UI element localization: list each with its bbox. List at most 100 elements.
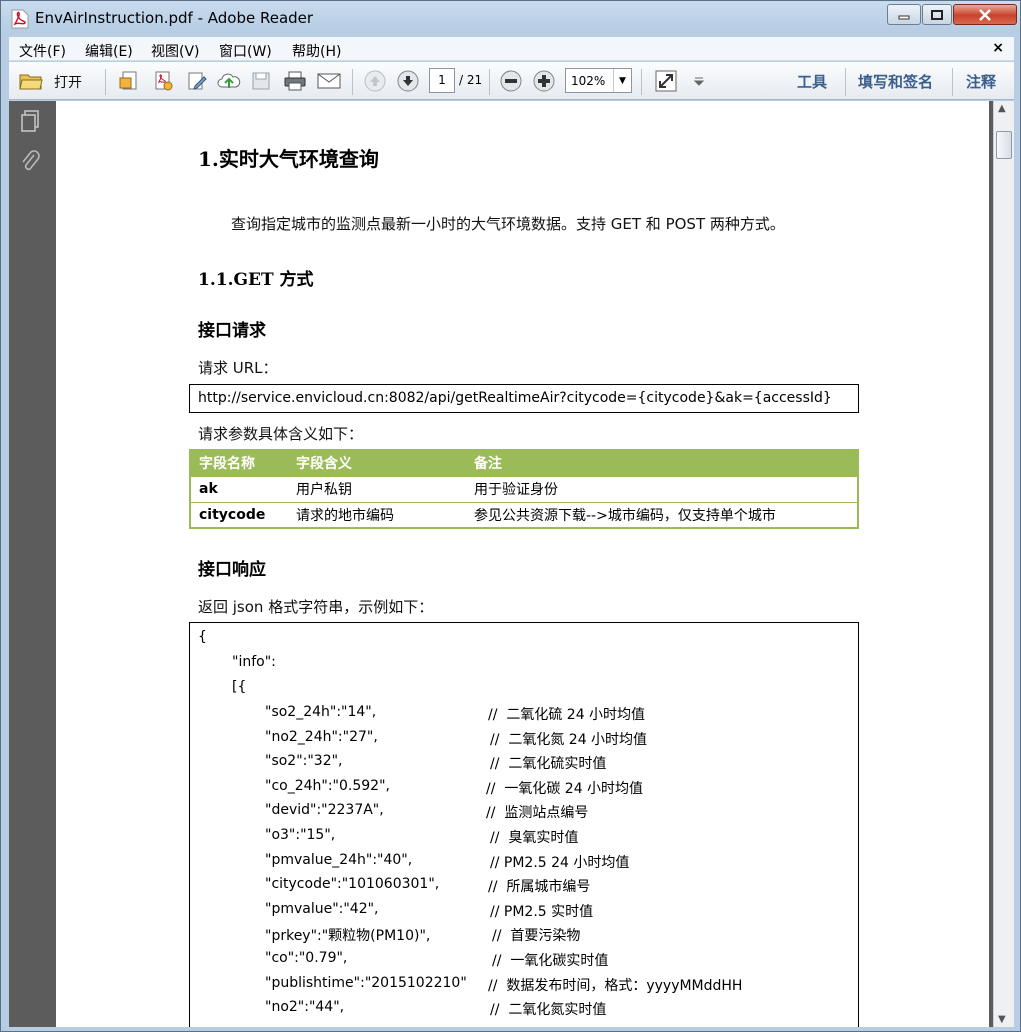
printer-icon	[284, 71, 306, 91]
comment-button[interactable]: 注释	[966, 71, 996, 92]
table-header: 字段含义	[288, 450, 466, 476]
arrow-down-icon	[397, 70, 419, 92]
close-document-button[interactable]: ×	[992, 40, 1004, 56]
edit-pencil-icon	[188, 72, 207, 90]
json-field: "co":"0.79",	[265, 950, 348, 966]
save-button[interactable]	[249, 69, 273, 93]
page-number-input[interactable]: 1	[429, 68, 455, 93]
json-field: "pmvalue":"42",	[265, 900, 379, 917]
json-field: "no2":"44",	[265, 999, 345, 1016]
next-page-button[interactable]	[396, 69, 420, 93]
zoom-select[interactable]: 102% ▼	[565, 68, 632, 93]
section-title: 1.实时大气环境查询	[198, 147, 379, 171]
edit-pdf-button[interactable]	[185, 69, 209, 93]
scroll-down-icon[interactable]: ▼	[998, 1014, 1006, 1025]
maximize-icon	[931, 9, 943, 20]
create-pdf-button[interactable]	[117, 69, 141, 93]
print-button[interactable]	[283, 69, 307, 93]
json-field: "devid":"2237A",	[265, 802, 384, 819]
json-comment: // 所属城市编号	[488, 879, 591, 896]
json-field: "co_24h":"0.592",	[265, 777, 390, 794]
table-header-row: 字段名称 字段含义 备注	[190, 450, 858, 476]
table-row: ak 用户私钥 用于验证身份	[190, 475, 858, 502]
table-header: 字段名称	[190, 450, 288, 476]
toolbar-divider	[641, 69, 642, 95]
response-label: 返回 json 格式字符串，示例如下：	[198, 598, 434, 616]
scroll-up-icon[interactable]: ▲	[998, 103, 1006, 114]
json-comment: // 数据发布时间，格式：yyyyMMddHH	[488, 977, 743, 994]
document-area: 1.实时大气环境查询 查询指定城市的监测点最新一小时的大气环境数据。支持 GET…	[53, 101, 993, 1027]
menu-bar: 文件(F) 编辑(E) 视图(V) 窗口(W) 帮助(H) ×	[9, 37, 1014, 61]
json-comment: // 二氧化硫 24 小时均值	[488, 707, 646, 723]
upload-button[interactable]	[217, 69, 241, 93]
json-field: "prkey":"颗粒物(PM10)",	[265, 928, 431, 945]
arrow-up-icon	[364, 70, 386, 92]
table-cell: 参见公共资源下载-->城市编码，仅支持单个城市	[466, 501, 858, 528]
attachment-paperclip-icon[interactable]	[19, 149, 41, 175]
toolbar-options-button[interactable]	[687, 69, 711, 93]
table-row: citycode 请求的地市编码 参见公共资源下载-->城市编码，仅支持单个城市	[190, 501, 858, 528]
menu-window[interactable]: 窗口(W)	[219, 41, 272, 61]
menu-help[interactable]: 帮助(H)	[292, 41, 341, 61]
chevron-down-icon[interactable]: ▼	[613, 69, 631, 92]
toolbar: 打开 1 / 21 102% ▼ 工具 填写和签名 注释	[9, 62, 1014, 100]
menu-file[interactable]: 文件(F)	[19, 41, 66, 61]
page-total: / 21	[459, 73, 483, 87]
export-pdf-icon	[155, 71, 173, 91]
menu-view[interactable]: 视图(V)	[151, 41, 200, 61]
table-cell: citycode	[190, 501, 288, 528]
maximize-button[interactable]	[922, 4, 952, 25]
json-field: "citycode":"101060301",	[265, 876, 440, 893]
json-field: "no2_24h":"27",	[265, 728, 378, 745]
toolbar-divider	[845, 68, 846, 96]
json-comment: // 二氧化硫实时值	[490, 756, 607, 773]
table-cell: 请求的地市编码	[288, 501, 466, 528]
email-button[interactable]	[317, 69, 341, 93]
json-comment: // 监测站点编号	[486, 805, 589, 822]
open-button[interactable]	[19, 69, 43, 93]
response-heading: 接口响应	[198, 560, 266, 580]
json-comment: // 一氧化碳 24 小时均值	[486, 780, 644, 797]
json-example-box: { "info": [{ "so2_24h":"14", // 二氧化硫 24 小…	[189, 622, 859, 1027]
table-cell: 用户私钥	[288, 475, 466, 502]
json-field: "pmvalue_24h":"40",	[265, 851, 413, 868]
navigation-pane	[9, 101, 53, 1027]
zoom-in-button[interactable]	[532, 69, 556, 93]
json-field: "o3":"15",	[265, 827, 336, 843]
pages-icon[interactable]	[19, 109, 41, 133]
json-field: "so2":"32",	[265, 753, 343, 770]
expand-arrows-icon	[655, 70, 677, 92]
close-window-button[interactable]	[953, 4, 1017, 25]
json-comment: // 二氧化氮 24 小时均值	[490, 731, 648, 748]
json-comment: // 首要污染物	[492, 928, 581, 945]
export-pdf-button[interactable]	[151, 69, 175, 93]
fit-page-button[interactable]	[654, 69, 678, 93]
json-open-bracket: [{	[232, 679, 247, 695]
window-title: EnvAirInstruction.pdf - Adobe Reader	[35, 9, 314, 27]
scroll-thumb[interactable]	[996, 131, 1012, 159]
minimize-button[interactable]	[887, 4, 921, 25]
minimize-icon	[898, 15, 910, 19]
table-header: 备注	[466, 450, 858, 476]
menu-edit[interactable]: 编辑(E)	[85, 41, 133, 61]
params-table: 字段名称 字段含义 备注 ak 用户私钥 用于验证身份 citycode 请求的…	[189, 449, 859, 529]
plus-circle-icon	[533, 70, 555, 92]
request-heading: 接口请求	[198, 321, 266, 341]
json-comment: // PM2.5 实时值	[490, 903, 594, 920]
fill-and-sign-button[interactable]: 填写和签名	[858, 71, 933, 92]
minus-circle-icon	[500, 70, 522, 92]
toolbar-divider	[105, 69, 106, 95]
zoom-out-button[interactable]	[499, 69, 523, 93]
open-label[interactable]: 打开	[54, 72, 82, 92]
intro-paragraph: 查询指定城市的监测点最新一小时的大气环境数据。支持 GET 和 POST 两种方…	[231, 215, 785, 233]
subsection-title: 1.1.GET 方式	[198, 270, 314, 290]
cloud-upload-icon	[217, 73, 241, 88]
request-url-label: 请求 URL：	[198, 359, 278, 377]
params-label: 请求参数具体含义如下：	[198, 425, 364, 443]
toolbar-divider	[952, 68, 953, 96]
json-comment: // PM2.5 24 小时均值	[490, 854, 630, 871]
vertical-scrollbar[interactable]: ▲ ▼	[993, 101, 1014, 1027]
tools-button[interactable]: 工具	[797, 71, 827, 92]
previous-page-button[interactable]	[363, 69, 387, 93]
table-cell: 用于验证身份	[466, 475, 858, 502]
